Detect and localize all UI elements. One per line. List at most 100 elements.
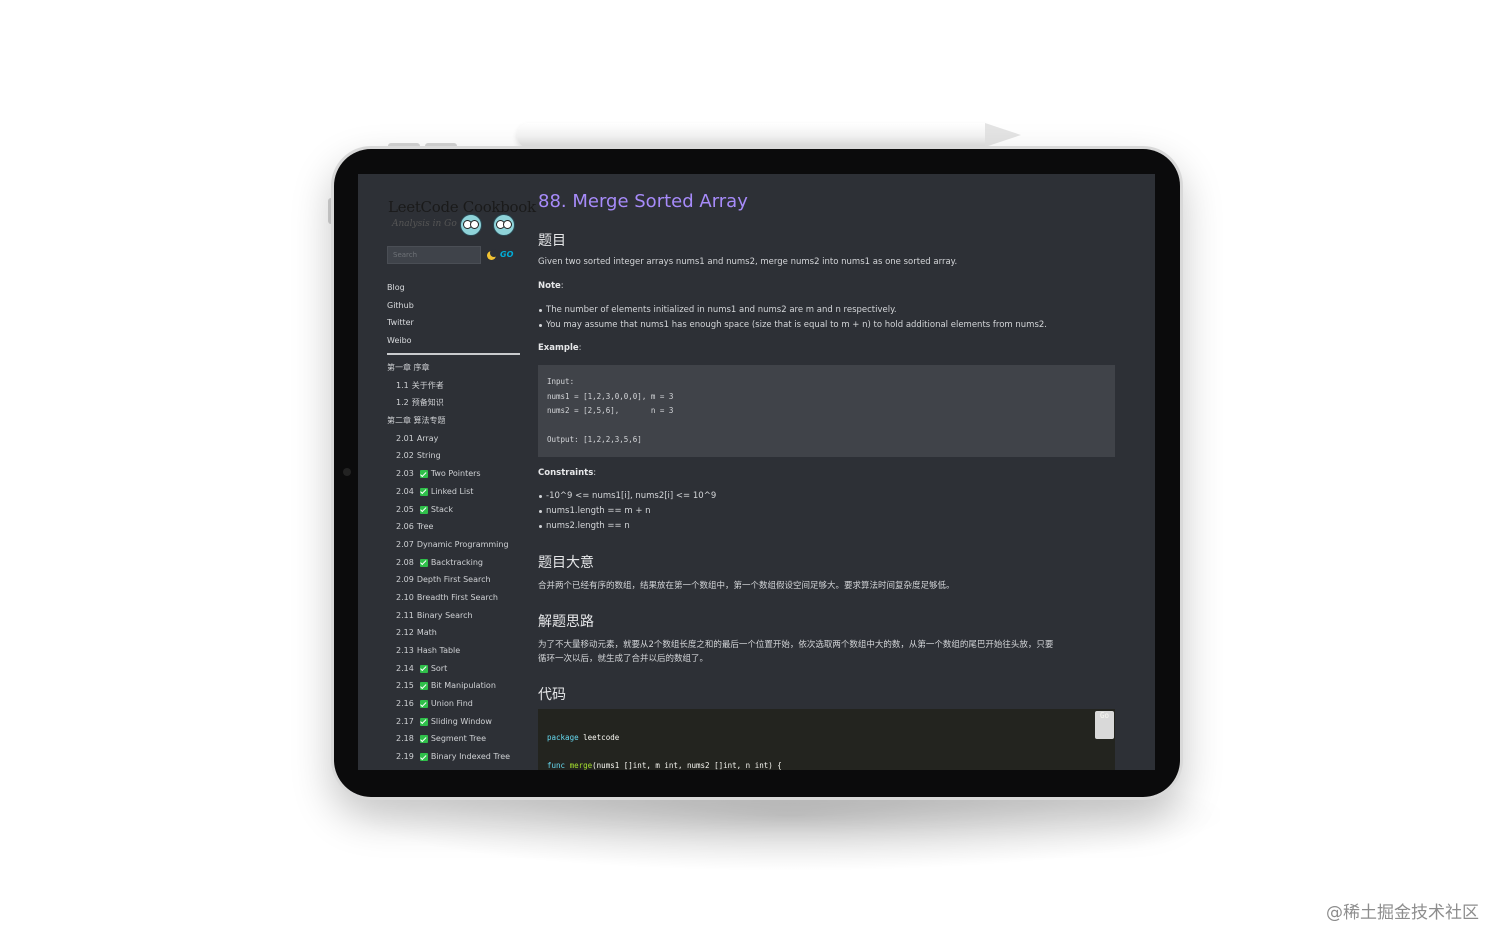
sidebar-link-weibo[interactable]: Weibo — [387, 335, 414, 353]
toc-item-label: Bit Manipulation — [430, 681, 496, 691]
toc-item[interactable]: 2.19 Binary Indexed Tree — [387, 751, 527, 769]
constraint-item: nums2.length == n — [539, 521, 630, 531]
toc-item[interactable]: 2.11 Binary Search — [387, 610, 527, 628]
toc-item-label: Backtracking — [430, 557, 483, 567]
heading-problem: 题目 — [538, 233, 566, 249]
toc-item[interactable]: 2.03 Two Pointers — [387, 468, 527, 486]
toc-item-number: 2.19 — [396, 752, 414, 762]
toc-item[interactable]: 2.14 Sort — [387, 663, 527, 681]
constraints-label: Constraints — [538, 468, 594, 478]
toc-item-label: Stack — [430, 504, 453, 514]
note-item: You may assume that nums1 has enough spa… — [539, 320, 1047, 330]
code-text: (nums1 []int, m int, nums2 []int, n int)… — [592, 761, 782, 770]
toc-item[interactable]: 2.09 Depth First Search — [387, 574, 527, 592]
code-keyword: func — [547, 761, 566, 770]
constraint-item: nums1.length == m + n — [539, 506, 651, 516]
toc-item-label: String — [416, 451, 441, 461]
toc-item-number: 2.07 — [396, 539, 414, 549]
toc-item[interactable]: 第二章 算法专题 — [387, 415, 527, 433]
watermark: @稀土掘金技术社区 — [1326, 903, 1479, 923]
sidebar-link-twitter[interactable]: Twitter — [387, 317, 414, 335]
note-item: The number of elements initialized in nu… — [539, 305, 897, 315]
toc-item-number: 2.11 — [396, 610, 414, 620]
toc-item-number: 2.15 — [396, 681, 414, 691]
checkmark-icon — [419, 717, 428, 726]
apple-pencil-tip — [985, 123, 1021, 147]
sidebar-link-blog[interactable]: Blog — [387, 282, 414, 300]
approach-text: 为了不大量移动元素，就要从2个数组长度之和的最后一个位置开始，依次选取两个数组中… — [538, 640, 1054, 650]
sidebar-link-github[interactable]: Github — [387, 300, 414, 318]
search-input[interactable]: Search — [387, 246, 481, 264]
toc-item-label: Two Pointers — [430, 469, 481, 479]
toc-item-number: 2.10 — [396, 592, 414, 602]
toc-item-label: Segment Tree — [430, 734, 487, 744]
toc-item[interactable]: 2.13 Hash Table — [387, 645, 527, 663]
toc-item-label: Dynamic Programming — [416, 539, 509, 549]
heading-summary: 题目大意 — [538, 555, 594, 571]
sidebar-links: Blog Github Twitter Weibo — [387, 282, 414, 353]
toc-item-label: 关于作者 — [411, 380, 444, 390]
constraints-heading: Constraints: — [538, 468, 597, 478]
toc-item[interactable]: 2.05 Stack — [387, 504, 527, 522]
code-language-button[interactable]: Go — [1095, 711, 1114, 739]
checkmark-icon — [419, 682, 428, 691]
toc-item[interactable]: 2.02 String — [387, 450, 527, 468]
code-line: nums2 = [2,5,6], n = 3 — [547, 406, 674, 416]
toc-item[interactable]: 2.16 Union Find — [387, 698, 527, 716]
toc-item-number: 2.17 — [396, 716, 414, 726]
logo-title[interactable]: LeetCode Cookbook — [388, 198, 536, 216]
toc-item-number: 2.03 — [396, 469, 414, 479]
code-line: func merge(nums1 []int, m int, nums2 []i… — [547, 761, 1106, 770]
toc-item-number: 2.04 — [396, 486, 414, 496]
toc-item[interactable]: 2.08 Backtracking — [387, 557, 527, 575]
toc-item[interactable]: 2.12 Math — [387, 627, 527, 645]
checkmark-icon — [419, 664, 428, 673]
toc-item-label: Tree — [416, 522, 434, 532]
toc-item[interactable]: 1.2 预备知识 — [387, 397, 527, 415]
code-text: leetcode — [578, 733, 620, 742]
toc-item-label: Sort — [430, 663, 448, 673]
toc-item-label: Hash Table — [416, 646, 461, 655]
toc-item-number: 2.16 — [396, 699, 414, 709]
checkmark-icon — [419, 753, 428, 762]
toc-item[interactable]: 2.17 Sliding Window — [387, 716, 527, 734]
checkmark-icon — [419, 470, 428, 479]
code-keyword: package — [547, 733, 579, 742]
go-logo-icon: GO — [500, 250, 514, 259]
toc-item-number: 2.06 — [396, 522, 414, 532]
toc-item[interactable]: 2.15 Bit Manipulation — [387, 680, 527, 698]
checkmark-icon — [419, 558, 428, 567]
toc-item-number: 第一章 序章 — [387, 363, 430, 372]
toc-item[interactable]: 2.10 Breadth First Search — [387, 592, 527, 610]
note-label: Note — [538, 281, 561, 291]
toc-item[interactable]: 1.1 关于作者 — [387, 380, 527, 398]
code-line: Input: — [547, 377, 575, 386]
toc-item-label: 预备知识 — [411, 398, 444, 408]
page-title: 88. Merge Sorted Array — [538, 191, 748, 212]
toc-item-number: 2.08 — [396, 557, 414, 567]
toc-item-label: Union Find — [430, 699, 473, 709]
constraint-item: -10^9 <= nums1[i], nums2[i] <= 10^9 — [538, 491, 717, 501]
toc-item[interactable]: 2.06 Tree — [387, 521, 527, 539]
toc-item[interactable]: 2.04 Linked List — [387, 486, 527, 504]
toc-item-number: 1.1 — [396, 380, 409, 390]
logo-subtitle: Analysis in Go — [392, 219, 457, 229]
dark-mode-toggle-icon[interactable] — [487, 249, 498, 260]
toc-item[interactable]: 2.07 Dynamic Programming — [387, 539, 527, 557]
ipad-screen: LeetCode Cookbook Analysis in Go Search … — [358, 174, 1155, 770]
code-line: package leetcode — [547, 733, 1106, 761]
toc-item[interactable]: 第一章 序章 — [387, 362, 527, 380]
summary-text: 合并两个已经有序的数组，结果放在第一个数组中，第一个数组假设空间足够大。要求算法… — [538, 581, 955, 591]
example-heading: Example: — [538, 343, 582, 353]
apple-pencil — [517, 123, 987, 148]
toc-item-label: Math — [416, 628, 437, 638]
toc-item[interactable]: 2.18 Segment Tree — [387, 733, 527, 751]
toc-item-number: 2.14 — [396, 663, 414, 673]
sidebar-divider — [387, 353, 520, 355]
code-line: nums1 = [1,2,3,0,0,0], m = 3 — [547, 391, 674, 401]
table-of-contents: 第一章 序章 1.1 关于作者 1.2 预备知识 第二章 算法专题 2.01 Array 2.0… — [387, 362, 527, 769]
toc-item[interactable]: 2.01 Array — [387, 433, 527, 451]
checkmark-icon — [419, 700, 428, 709]
problem-description: Given two sorted integer arrays nums1 an… — [538, 257, 958, 267]
